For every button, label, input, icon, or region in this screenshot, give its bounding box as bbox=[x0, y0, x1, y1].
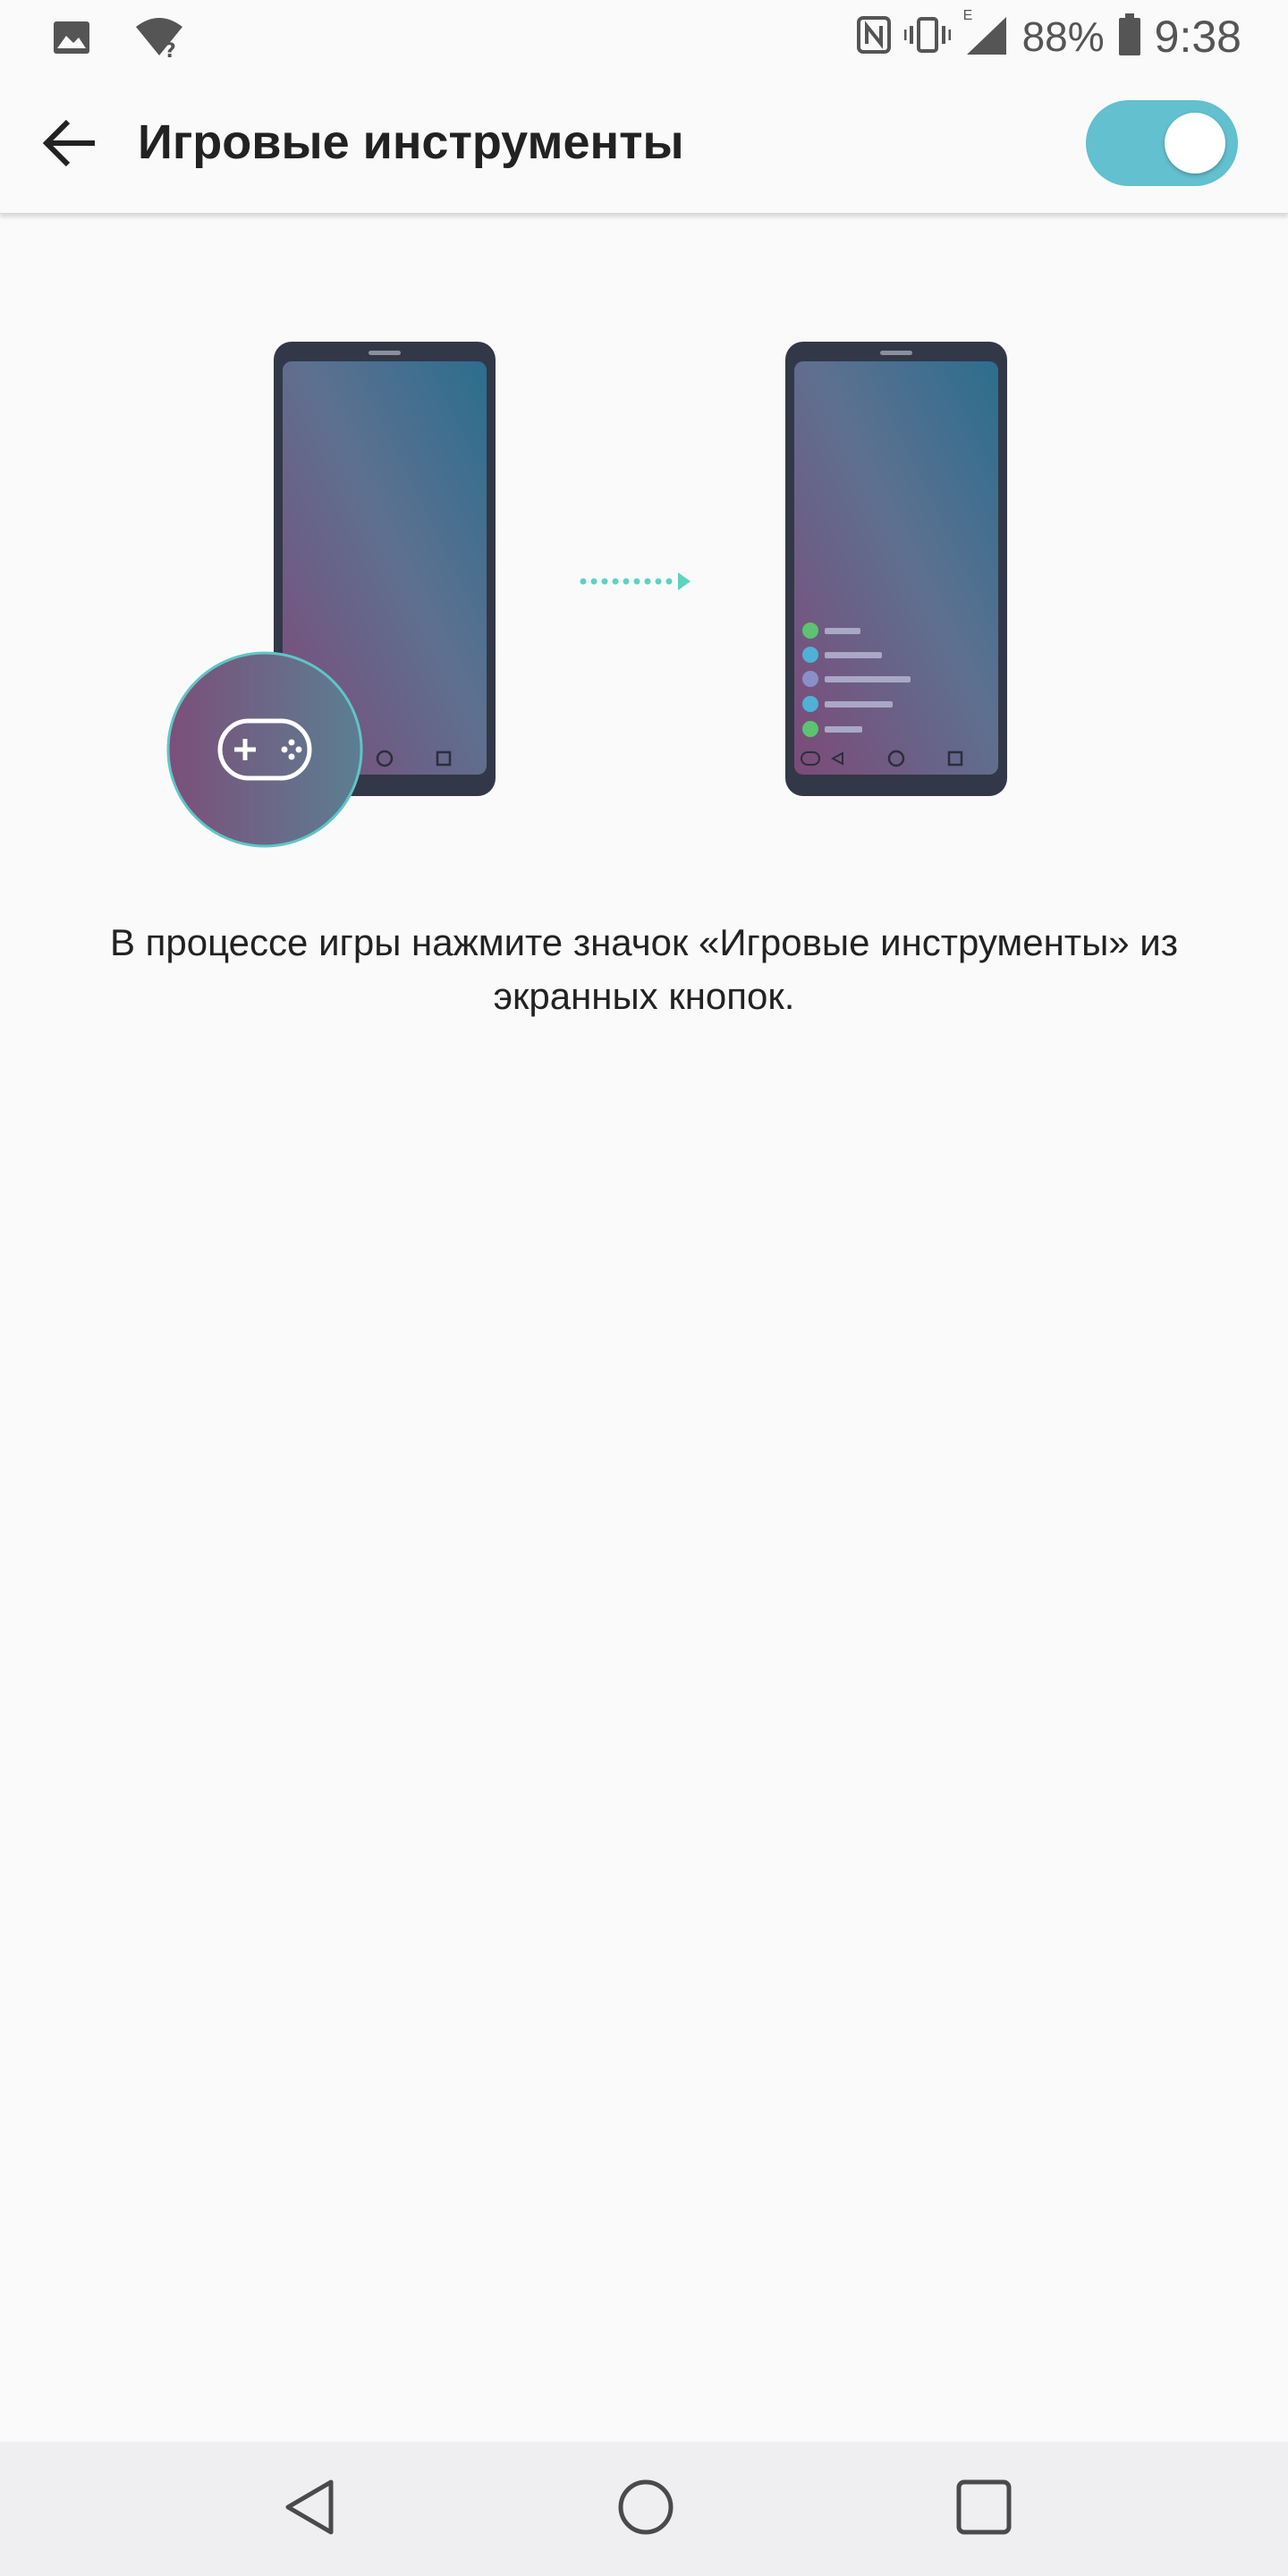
back-triangle-icon bbox=[281, 2477, 338, 2542]
vibrate-icon bbox=[903, 15, 952, 59]
right-phone-illustration bbox=[785, 342, 1007, 796]
home-circle-icon bbox=[617, 2479, 674, 2540]
toggle-knob bbox=[1165, 113, 1225, 174]
battery-percent: 88% bbox=[1021, 13, 1105, 60]
svg-text:?: ? bbox=[165, 40, 176, 59]
instruction-text: В процессе игры нажмите значок «Игровые … bbox=[109, 921, 1179, 1017]
nav-recents-button[interactable] bbox=[939, 2464, 1029, 2554]
screen: ? E 88% 9:38 Игровые инструменты В проце… bbox=[0, 0, 1288, 2576]
recents-square-icon bbox=[955, 2479, 1013, 2540]
gamepad-badge bbox=[166, 651, 363, 848]
nav-back-button[interactable] bbox=[265, 2464, 354, 2554]
app-bar: Игровые инструменты bbox=[0, 75, 1288, 214]
signal-icon: E bbox=[963, 8, 1010, 61]
network-type-badge: E bbox=[962, 7, 973, 23]
navigation-bar bbox=[0, 2442, 1288, 2576]
nav-home-button[interactable] bbox=[601, 2464, 691, 2554]
wifi-unknown-icon: ? bbox=[134, 16, 184, 64]
page-title: Игровые инструменты bbox=[138, 115, 684, 169]
feature-toggle[interactable] bbox=[1086, 100, 1238, 186]
dotted-arrow bbox=[580, 572, 691, 590]
status-bar: ? E 88% 9:38 bbox=[0, 0, 1288, 75]
instruction-illustration bbox=[0, 331, 1288, 868]
clock: 9:38 bbox=[1154, 12, 1241, 62]
nfc-icon bbox=[856, 15, 892, 59]
battery-icon bbox=[1117, 13, 1142, 61]
gallery-icon bbox=[52, 18, 91, 62]
arrow-left-icon bbox=[41, 118, 98, 173]
back-button[interactable] bbox=[32, 107, 107, 182]
